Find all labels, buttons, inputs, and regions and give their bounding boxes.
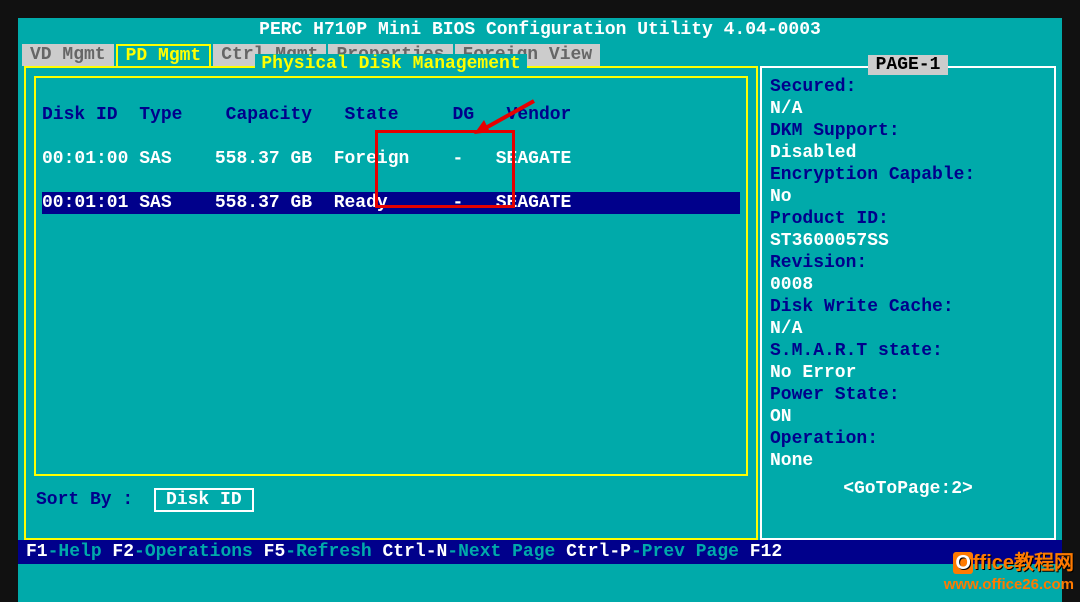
secured-label: Secured: <box>770 77 856 97</box>
operation-value: None <box>770 451 813 471</box>
product-id-label: Product ID: <box>770 209 889 229</box>
dkm-value: Disabled <box>770 143 856 163</box>
dkm-label: DKM Support: <box>770 121 900 141</box>
smart-label: S.M.A.R.T state: <box>770 341 943 361</box>
bios-screen: PERC H710P Mini BIOS Configuration Utili… <box>18 18 1062 602</box>
page-indicator: PAGE-1 <box>762 54 1054 76</box>
power-label: Power State: <box>770 385 900 405</box>
right-panel: PAGE-1 Secured: N/A DKM Support: Disable… <box>760 66 1056 540</box>
operation-label: Operation: <box>770 429 878 449</box>
encryption-label: Encryption Capable: <box>770 165 975 185</box>
product-id-value: ST3600057SS <box>770 231 889 251</box>
dwc-value: N/A <box>770 319 802 339</box>
utility-title: PERC H710P Mini BIOS Configuration Utili… <box>18 18 1062 44</box>
disk-table-frame: Disk ID Type Capacity State DG Vendor 00… <box>34 76 748 476</box>
table-row[interactable]: 00:01:00 SAS 558.37 GB Foreign - SEAGATE <box>42 148 740 170</box>
power-value: ON <box>770 407 792 427</box>
table-header: Disk ID Type Capacity State DG Vendor <box>42 104 740 126</box>
panel-title: Physical Disk Management <box>26 54 756 74</box>
encryption-value: No <box>770 187 792 207</box>
goto-page[interactable]: <GoToPage:2> <box>843 479 973 499</box>
help-bar: F1-Help F2-Operations F5-Refresh Ctrl-N-… <box>18 540 1062 564</box>
dwc-label: Disk Write Cache: <box>770 297 954 317</box>
secured-value: N/A <box>770 99 802 119</box>
left-panel: Physical Disk Management Disk ID Type Ca… <box>24 66 758 540</box>
sort-by: Sort By : Disk ID <box>26 484 756 516</box>
smart-value: No Error <box>770 363 856 383</box>
revision-value: 0008 <box>770 275 813 295</box>
table-row[interactable]: 00:01:01 SAS 558.37 GB Ready - SEAGATE <box>42 192 740 214</box>
revision-label: Revision: <box>770 253 867 273</box>
monitor-frame: PERC H710P Mini BIOS Configuration Utili… <box>0 0 1080 602</box>
sort-by-value[interactable]: Disk ID <box>154 488 254 512</box>
